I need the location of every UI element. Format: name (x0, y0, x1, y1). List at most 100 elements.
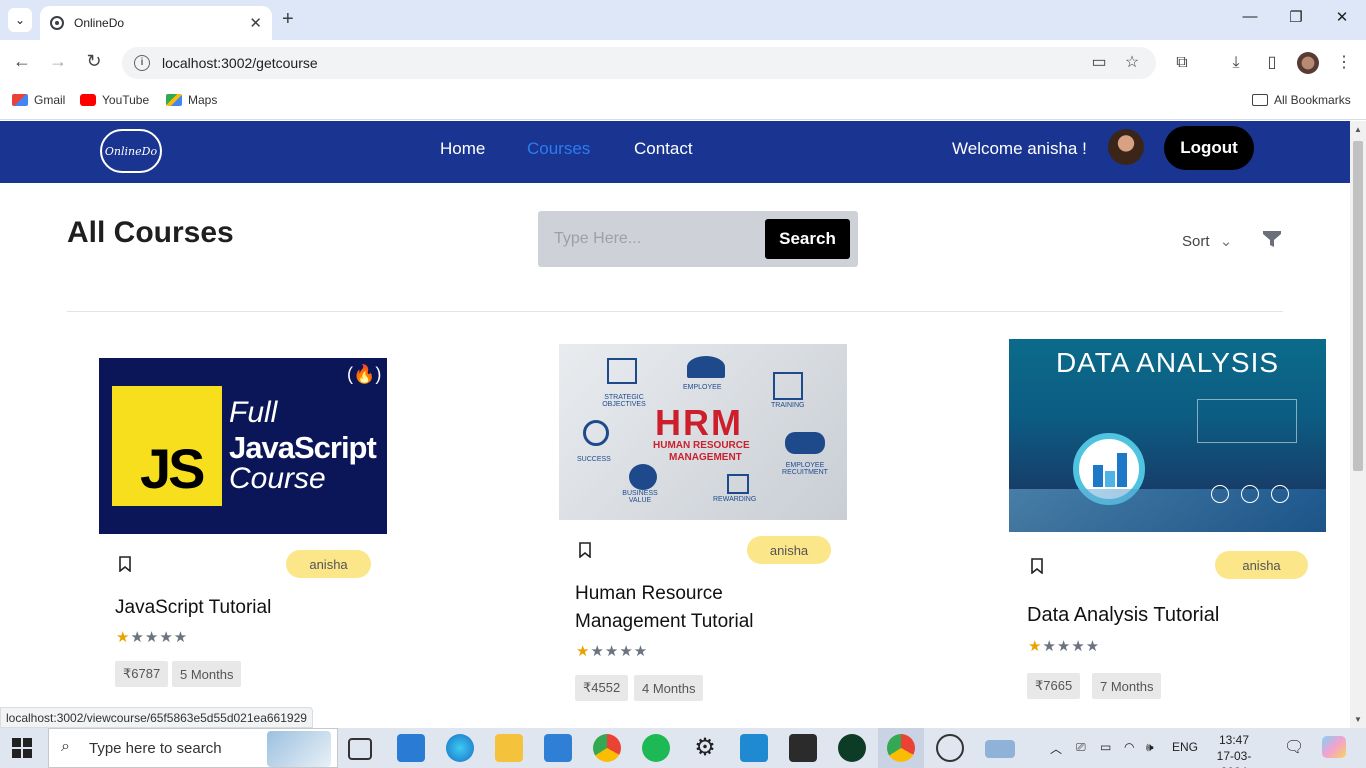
media-player-icon[interactable] (936, 734, 964, 762)
welcome-text: Welcome anisha ! (952, 139, 1087, 158)
forward-icon[interactable]: → (46, 51, 70, 72)
profile-avatar[interactable] (1297, 52, 1319, 74)
back-icon[interactable]: ← (10, 51, 34, 72)
close-tab-icon[interactable]: ✕ (249, 14, 262, 32)
globe-icon (50, 16, 64, 30)
settings-icon[interactable]: ⚙ (691, 734, 719, 762)
store-icon[interactable] (544, 734, 572, 762)
course-image-data-analysis[interactable]: DATA ANALYSIS (1009, 339, 1326, 532)
gmail-icon (12, 94, 28, 106)
edge-icon[interactable] (446, 734, 474, 762)
nav-home[interactable]: Home (440, 139, 485, 159)
notifications-icon[interactable]: 🗨 (1284, 737, 1304, 757)
extensions-icon[interactable]: ⧉ (1171, 52, 1193, 74)
nav-contact[interactable]: Contact (634, 139, 693, 159)
clock[interactable]: 13:47 17-03-2024 (1206, 732, 1262, 768)
handshake-icon (785, 432, 825, 454)
new-tab-icon[interactable]: + (282, 8, 294, 31)
status-bar-url: localhost:3002/viewcourse/65f5863e5d55d0… (0, 707, 313, 728)
bookmark-icon[interactable] (1031, 558, 1043, 574)
wifi-icon[interactable]: ◠ (1124, 740, 1134, 754)
browser-tab[interactable]: OnlineDo ✕ (40, 6, 272, 40)
chrome-icon[interactable] (593, 734, 621, 762)
mail-icon[interactable] (397, 734, 425, 762)
course-title[interactable]: JavaScript Tutorial (115, 594, 271, 622)
search-icon: ⌕ (61, 738, 70, 755)
site-logo[interactable]: OnlineDo (100, 129, 162, 173)
tab-search-icon[interactable]: ⌄ (8, 8, 32, 32)
nav-courses[interactable]: Courses (527, 139, 590, 159)
page-scrollbar[interactable]: ▲ ▼ (1350, 121, 1366, 728)
search-highlight-image (267, 731, 331, 767)
youtube-icon (80, 94, 96, 106)
bookmark-gmail[interactable]: Gmail (12, 92, 65, 108)
taskbar-search-placeholder: Type here to search (89, 739, 222, 757)
price-tag: ₹6787 (115, 661, 169, 687)
folder-icon (1252, 94, 1268, 106)
money-bag-icon (629, 464, 657, 490)
star-icon[interactable]: ☆ (1121, 52, 1143, 74)
vscode-icon[interactable] (740, 734, 768, 762)
terminal-icon[interactable] (789, 734, 817, 762)
price-tag: ₹7665 (1027, 673, 1081, 699)
chrome-active-icon[interactable] (887, 734, 915, 762)
download-icon[interactable]: ⤓ (1225, 52, 1247, 74)
bookmark-icon[interactable] (579, 542, 591, 558)
windows-start-icon[interactable] (12, 738, 32, 758)
task-view-icon[interactable] (348, 738, 372, 760)
sidepanel-icon[interactable]: ▯ (1261, 52, 1283, 74)
author-badge: anisha (747, 536, 831, 564)
restore-icon[interactable]: ❐ (1276, 8, 1316, 26)
close-window-icon[interactable]: ✕ (1322, 8, 1362, 26)
rating-stars: ★★★★★ (576, 643, 649, 660)
tray-chevron-icon[interactable]: ︿ (1050, 740, 1062, 757)
site-info-icon[interactable]: i (134, 55, 150, 71)
course-title[interactable]: Data Analysis Tutorial (1027, 601, 1219, 629)
success-icon (583, 420, 609, 446)
freecodecamp-icon: (🔥) (347, 364, 382, 384)
copilot-icon[interactable] (1322, 736, 1346, 758)
sort-label: Sort (1182, 233, 1210, 250)
file-explorer-icon[interactable] (495, 734, 523, 762)
course-image-javascript[interactable]: JS Full JavaScript Course (🔥) (99, 358, 387, 534)
reload-icon[interactable]: ↻ (82, 51, 106, 72)
page-title: All Courses (67, 216, 234, 249)
mongodb-icon[interactable] (838, 734, 866, 762)
address-bar[interactable]: i localhost:3002/getcourse (122, 47, 1156, 79)
course-title[interactable]: Human Resource Management Tutorial (575, 580, 754, 636)
card-icon[interactable]: ▭ (1088, 52, 1110, 74)
all-bookmarks[interactable]: All Bookmarks (1252, 92, 1351, 108)
bookmark-youtube[interactable]: YouTube (80, 92, 149, 108)
author-badge: anisha (1215, 551, 1308, 579)
scroll-thumb[interactable] (1353, 141, 1363, 471)
duration-tag: 7 Months (1092, 673, 1162, 699)
user-avatar[interactable] (1108, 129, 1144, 165)
scroll-up-icon[interactable]: ▲ (1354, 125, 1362, 134)
filter-icon[interactable] (1262, 229, 1282, 249)
search-button[interactable]: Search (765, 219, 850, 259)
page-viewport: OnlineDo Home Courses Contact Welcome an… (0, 121, 1350, 728)
checkbox-icon (727, 474, 749, 494)
meet-icon[interactable]: ⎚ (1076, 740, 1086, 755)
scroll-down-icon[interactable]: ▼ (1354, 715, 1362, 724)
sort-dropdown[interactable]: Sort ⌄ (1182, 232, 1232, 250)
search-input[interactable] (546, 219, 761, 259)
volume-icon[interactable]: 🕪 (1146, 740, 1154, 755)
rating-stars: ★★★★★ (116, 629, 189, 646)
maps-icon (166, 94, 182, 106)
taskbar-search[interactable]: ⌕ Type here to search (48, 728, 338, 768)
author-badge: anisha (286, 550, 371, 578)
minimize-icon[interactable]: — (1230, 8, 1270, 25)
search-box: Search (538, 211, 858, 267)
logout-button[interactable]: Logout (1164, 126, 1254, 170)
language-indicator[interactable]: ENG (1172, 740, 1198, 754)
menu-icon[interactable]: ⋮ (1333, 52, 1355, 74)
battery-icon[interactable]: ▭ (1100, 740, 1111, 754)
keyboard-icon[interactable] (985, 740, 1015, 758)
bookmark-maps[interactable]: Maps (166, 92, 217, 108)
bookmark-icon[interactable] (119, 556, 131, 572)
rating-stars: ★★★★★ (1028, 638, 1101, 655)
course-image-hrm[interactable]: HRM HUMAN RESOURCE MANAGEMENT STRATEGIC … (559, 344, 847, 520)
chevron-down-icon: ⌄ (1219, 233, 1233, 250)
spotify-icon[interactable] (642, 734, 670, 762)
